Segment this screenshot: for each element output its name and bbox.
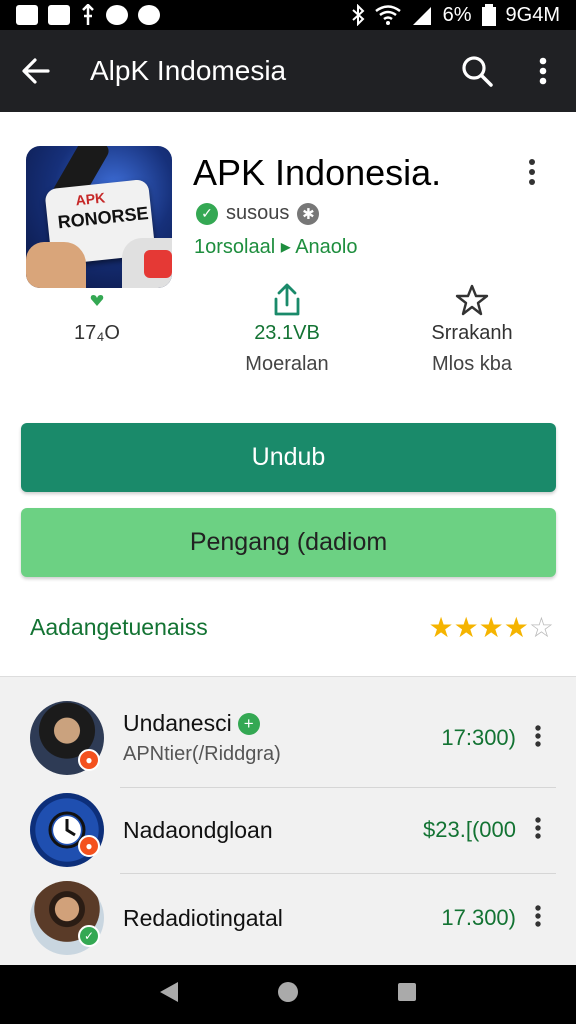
list-item-more-button[interactable] xyxy=(534,904,542,933)
list-item-more-button[interactable] xyxy=(534,816,542,845)
clock: 9G4M xyxy=(505,3,560,26)
star-outline-icon xyxy=(455,284,489,316)
image-icon xyxy=(48,5,70,25)
stat-value: 17₄O xyxy=(74,322,120,344)
stat-label: Mlos kba xyxy=(431,353,513,375)
status-bar: 6% 9G4M xyxy=(0,0,576,30)
search-icon xyxy=(462,56,493,87)
rating-row[interactable]: Aadangetuenaiss ★ ★ ★ ★ ☆ xyxy=(0,596,576,658)
verified-plus-icon: + xyxy=(237,712,260,735)
stat-size: 23.1VB Moeralan xyxy=(212,282,362,376)
photo-icon xyxy=(16,5,38,25)
developer-row: ✓ susous ✱ xyxy=(196,202,320,225)
battery-percent: 6% xyxy=(442,3,472,26)
app-more-button[interactable] xyxy=(528,158,536,191)
rating-label: Aadangetuenaiss xyxy=(30,613,208,640)
status-left-icons xyxy=(16,4,160,26)
stat-label: Moeralan xyxy=(245,353,329,375)
secondary-action-button[interactable]: Pengang (dadiom xyxy=(21,508,556,577)
developer-name[interactable]: susous xyxy=(226,202,289,225)
battery-icon xyxy=(481,4,496,26)
status-right-icons: 6% 9G4M xyxy=(351,4,560,27)
gear-icon: ✱ xyxy=(297,202,320,225)
list-item[interactable]: ● Undanesci + APNtier(/Riddgra) 17:300) xyxy=(0,693,576,783)
more-vert-icon xyxy=(529,159,535,185)
nav-recents-button[interactable] xyxy=(396,981,418,1008)
icon-badge-text: RONORSE xyxy=(56,202,150,233)
status-badge-icon: ● xyxy=(78,835,100,857)
icon-badge-top-text: APK xyxy=(74,189,106,209)
star-filled-icon: ★ xyxy=(503,611,529,643)
more-vert-icon xyxy=(535,816,541,839)
icon-red-tag xyxy=(144,250,172,278)
bluetooth-icon xyxy=(351,4,365,26)
list-item-price: $23.[(000 xyxy=(423,817,516,842)
star-filled-icon: ★ xyxy=(478,611,504,643)
triangle-back-icon xyxy=(159,982,178,1002)
rating-stars: ★ ★ ★ ★ ☆ xyxy=(428,611,554,644)
star-empty-icon: ☆ xyxy=(528,611,554,643)
list-item-more-button[interactable] xyxy=(534,724,542,753)
share-icon xyxy=(274,283,300,316)
list-item-price: 17:300) xyxy=(441,725,516,750)
arrow-left-icon xyxy=(22,58,50,84)
heart-icon xyxy=(90,295,104,306)
status-badge-icon: ● xyxy=(78,749,100,771)
app-icon: APK RONORSE xyxy=(26,146,172,288)
app-bar-title: AlpK Indomesia xyxy=(90,55,287,86)
stat-downloads: 17₄O xyxy=(22,282,172,353)
game-icon xyxy=(106,5,128,25)
more-vert-icon xyxy=(539,57,547,85)
stat-rating: Srrakanh Mlos kba xyxy=(397,282,547,376)
smile-icon xyxy=(138,5,160,25)
navigation-bar xyxy=(0,965,576,1024)
usb-icon xyxy=(82,4,94,25)
app-name: APK Indonesia. xyxy=(193,152,442,193)
more-vert-icon xyxy=(535,724,541,747)
back-button[interactable] xyxy=(0,58,72,84)
stat-value: 23.1VB xyxy=(254,322,320,344)
list-item-name: Redadiotingatal xyxy=(123,904,283,931)
list-item-price: 17.300) xyxy=(441,905,516,930)
signal-icon xyxy=(412,7,431,25)
list-item-name: Undanesci xyxy=(123,710,232,736)
nav-home-button[interactable] xyxy=(275,979,301,1010)
verified-icon: ✓ xyxy=(196,202,218,225)
app-bar: AlpK Indomesia xyxy=(0,30,576,112)
search-button[interactable] xyxy=(444,55,510,87)
status-badge-icon: ✓ xyxy=(78,925,100,947)
list-item[interactable]: ● Nadaondgloan $23.[(000 xyxy=(0,785,576,875)
nav-back-button[interactable] xyxy=(158,980,180,1009)
stat-value: Srrakanh xyxy=(431,322,513,344)
list-item[interactable]: ✓ Redadiotingatal 17.300) xyxy=(0,873,576,963)
wifi-icon xyxy=(374,5,401,25)
list-item-subtitle: APNtier(/Riddgra) xyxy=(123,743,281,765)
download-button[interactable]: Undub xyxy=(21,423,556,492)
circle-home-icon xyxy=(277,982,298,1002)
more-vert-icon xyxy=(535,904,541,927)
category-link[interactable]: 1orsolaal ▸ Anaolo xyxy=(194,234,358,259)
star-filled-icon: ★ xyxy=(428,611,454,643)
app-list: ● Undanesci + APNtier(/Riddgra) 17:300) … xyxy=(0,676,576,966)
star-filled-icon: ★ xyxy=(453,611,479,643)
overflow-menu-button[interactable] xyxy=(510,57,576,85)
square-recents-icon xyxy=(398,983,417,1001)
list-item-name: Nadaondgloan xyxy=(123,816,273,843)
